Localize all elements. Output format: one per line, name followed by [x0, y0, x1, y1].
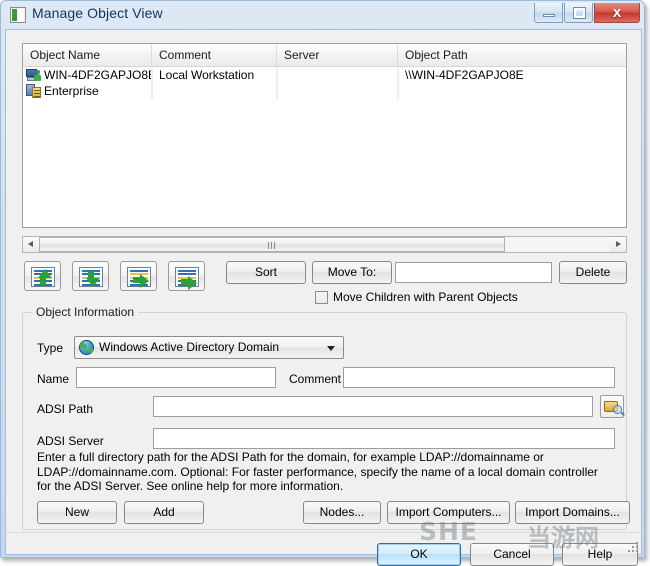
scrollbar-track[interactable]	[39, 237, 610, 252]
object-information-title: Object Information	[32, 305, 139, 319]
dialog-window: Manage Object View x Object Name Comment…	[0, 0, 650, 566]
table-row[interactable]: WIN-4DF2GAPJO8E Local Workstation \\WIN-…	[23, 67, 626, 83]
name-label: Name	[37, 372, 70, 386]
minimize-icon	[543, 14, 555, 17]
type-label: Type	[37, 341, 64, 355]
move-up-button[interactable]	[24, 261, 61, 291]
maximize-icon	[574, 8, 585, 18]
column-header-object-name[interactable]: Object Name	[23, 44, 152, 66]
object-list-view[interactable]: Object Name Comment Server Object Path W…	[22, 43, 627, 228]
delete-button[interactable]: Delete	[559, 261, 627, 284]
dialog-client-area: Object Name Comment Server Object Path W…	[5, 29, 643, 566]
name-input[interactable]	[76, 367, 276, 388]
window-title: Manage Object View	[32, 5, 163, 21]
cell-comment: Local Workstation	[152, 67, 277, 83]
adsi-help-text: Enter a full directory path for the ADSI…	[37, 450, 598, 493]
domain-servers-icon	[26, 84, 42, 98]
move-down-button[interactable]	[72, 261, 109, 291]
move-to-button[interactable]: Move To:	[312, 261, 392, 284]
nodes-button[interactable]: Nodes...	[303, 501, 381, 524]
app-icon	[10, 7, 26, 23]
move-children-checkbox-row[interactable]: Move Children with Parent Objects	[315, 290, 518, 304]
globe-icon	[79, 340, 94, 355]
window-frame: Manage Object View x Object Name Comment…	[0, 0, 645, 566]
type-value: Windows Active Directory Domain	[99, 340, 280, 354]
column-header-object-path[interactable]: Object Path	[398, 44, 626, 66]
add-button[interactable]: Add	[124, 501, 204, 524]
resize-grip-icon[interactable]	[626, 540, 638, 552]
cell-server	[277, 83, 398, 99]
adsi-path-label: ADSI Path	[37, 402, 94, 416]
computer-user-icon	[26, 68, 42, 82]
new-button[interactable]: New	[37, 501, 117, 524]
import-domains-button[interactable]: Import Domains...	[515, 501, 630, 524]
chevron-down-icon[interactable]	[327, 346, 335, 351]
promote-button[interactable]	[120, 261, 157, 291]
sort-button[interactable]: Sort	[226, 261, 306, 284]
demote-button[interactable]	[168, 261, 205, 291]
column-header-comment[interactable]: Comment	[152, 44, 277, 66]
scrollbar-thumb[interactable]	[39, 237, 505, 252]
scroll-right-icon[interactable]	[610, 237, 626, 252]
cell-object-path	[398, 83, 626, 99]
move-children-checkbox[interactable]	[315, 290, 328, 304]
column-header-server[interactable]: Server	[277, 44, 398, 66]
cell-object-name: WIN-4DF2GAPJO8E	[23, 67, 152, 83]
adsi-path-browse-button[interactable]	[600, 395, 624, 418]
comment-input[interactable]	[343, 367, 615, 388]
adsi-path-input[interactable]	[153, 396, 593, 417]
table-row[interactable]: Enterprise	[23, 83, 626, 99]
object-name-text: WIN-4DF2GAPJO8E	[44, 68, 152, 82]
scroll-left-icon[interactable]	[23, 237, 39, 252]
close-icon: x	[612, 4, 622, 21]
type-combobox[interactable]: Windows Active Directory Domain	[74, 336, 344, 359]
move-children-label: Move Children with Parent Objects	[333, 290, 518, 304]
minimize-button[interactable]	[534, 3, 563, 23]
move-to-input[interactable]	[395, 262, 552, 283]
adsi-server-input[interactable]	[153, 428, 615, 449]
close-button[interactable]: x	[594, 3, 640, 23]
cell-object-name: Enterprise	[23, 83, 152, 99]
comment-label: Comment	[289, 372, 342, 386]
list-body: WIN-4DF2GAPJO8E Local Workstation \\WIN-…	[23, 67, 626, 99]
cell-object-path: \\WIN-4DF2GAPJO8E	[405, 68, 524, 82]
scrollbar-grip-icon	[268, 242, 276, 249]
cell-server	[277, 67, 398, 83]
object-name-text: Enterprise	[44, 84, 99, 98]
cell-comment	[152, 83, 277, 99]
title-bar[interactable]: Manage Object View x	[1, 1, 644, 29]
cancel-button[interactable]: Cancel	[470, 543, 554, 566]
adsi-server-label: ADSI Server	[37, 434, 104, 448]
caption-button-group: x	[534, 3, 640, 25]
footer-divider	[6, 532, 643, 533]
maximize-button[interactable]	[564, 3, 593, 23]
import-computers-button[interactable]: Import Computers...	[387, 501, 510, 524]
list-header-row: Object Name Comment Server Object Path	[23, 44, 626, 67]
ok-button[interactable]: OK	[377, 543, 461, 566]
list-horizontal-scrollbar[interactable]	[22, 236, 627, 253]
